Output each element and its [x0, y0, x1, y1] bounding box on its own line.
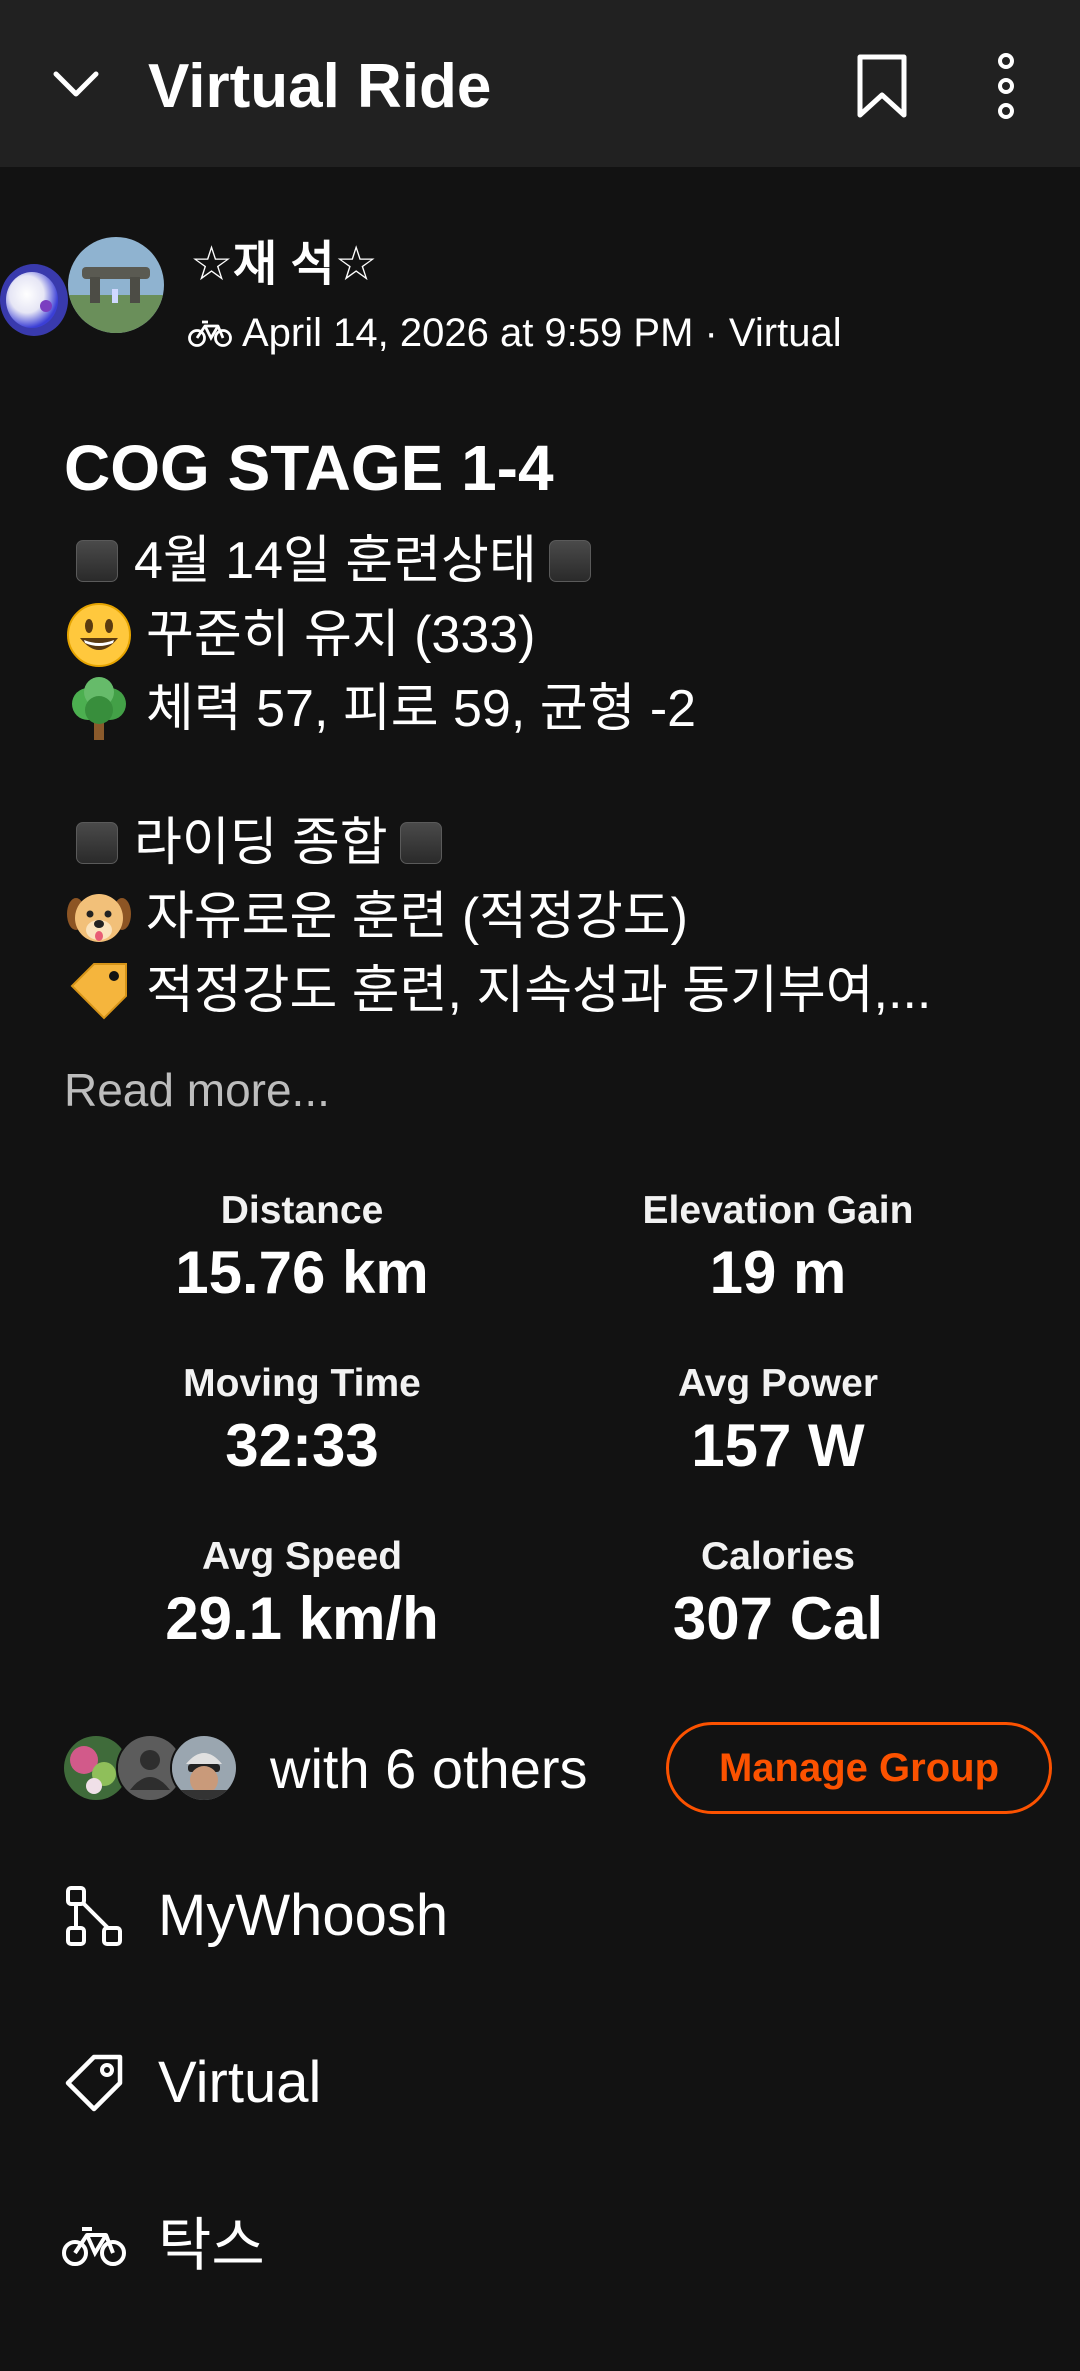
stat-avg-speed: Avg Speed 29.1 km/h: [165, 1535, 439, 1652]
description-line: 4월 14일 훈련상태: [64, 524, 1044, 598]
page-title: Virtual Ride: [148, 52, 492, 121]
activity-date: April 14, 2026 at 9:59 PM · Virtual: [242, 310, 842, 355]
bike-icon: [188, 318, 232, 348]
avatar[interactable]: [68, 237, 164, 333]
smiley-emoji-icon: [64, 600, 134, 670]
detail-row-tag[interactable]: Virtual: [62, 2043, 321, 2123]
group-row: with 6 others Manage Group: [62, 1722, 1052, 1818]
square-icon: [76, 822, 118, 864]
description-line: 라이딩 종합: [64, 806, 1044, 880]
avatar: [170, 1734, 238, 1802]
activity-title: COG STAGE 1-4: [64, 432, 554, 504]
bike-icon: [62, 2214, 126, 2278]
square-icon: [76, 540, 118, 582]
square-icon: [548, 540, 591, 582]
stat-calories: Calories 307 Cal: [672, 1535, 884, 1652]
manage-group-button[interactable]: Manage Group: [666, 1722, 1052, 1814]
tag-icon: [62, 2051, 126, 2115]
stat-avg-power: Avg Power 157 W: [677, 1362, 879, 1479]
description-line: 자유로운 훈련 (적정강도): [64, 880, 1044, 954]
dog-emoji-icon: [64, 882, 134, 952]
description-line: 체력 57, 피로 59, 균형 -2: [64, 672, 1044, 746]
tree-emoji-icon: [64, 674, 134, 744]
app-bar: Virtual Ride: [0, 0, 1080, 167]
bookmark-icon[interactable]: [846, 50, 918, 122]
activity-meta: April 14, 2026 at 9:59 PM · Virtual: [188, 305, 842, 361]
activity-description: 4월 14일 훈련상태 꾸준히 유지 (333) 체력 57, 피로 59, 균…: [64, 524, 1044, 1028]
detail-row-bike[interactable]: 탁스: [62, 2206, 265, 2286]
stat-moving-time: Moving Time 32:33: [183, 1362, 421, 1479]
label-tag-emoji-icon: [64, 956, 134, 1026]
floating-bubble-icon[interactable]: [0, 262, 70, 338]
route-icon: [62, 1884, 126, 1948]
description-line: 꾸준히 유지 (333): [64, 598, 1044, 672]
square-icon: [399, 822, 442, 864]
read-more-link[interactable]: Read more...: [64, 1060, 330, 1120]
detail-row-device[interactable]: MyWhoosh: [62, 1876, 448, 1956]
chevron-down-icon[interactable]: [44, 52, 108, 116]
stat-elevation-gain: Elevation Gain 19 m: [642, 1189, 914, 1306]
athlete-name[interactable]: ☆재 석☆: [190, 236, 378, 294]
more-vertical-icon[interactable]: [970, 50, 1042, 122]
group-avatars[interactable]: [62, 1734, 242, 1802]
stat-distance: Distance 15.76 km: [175, 1189, 429, 1306]
with-others-text[interactable]: with 6 others: [270, 1734, 588, 1804]
description-line: 적정강도 훈련, 지속성과 동기부여,...: [64, 954, 1044, 1028]
